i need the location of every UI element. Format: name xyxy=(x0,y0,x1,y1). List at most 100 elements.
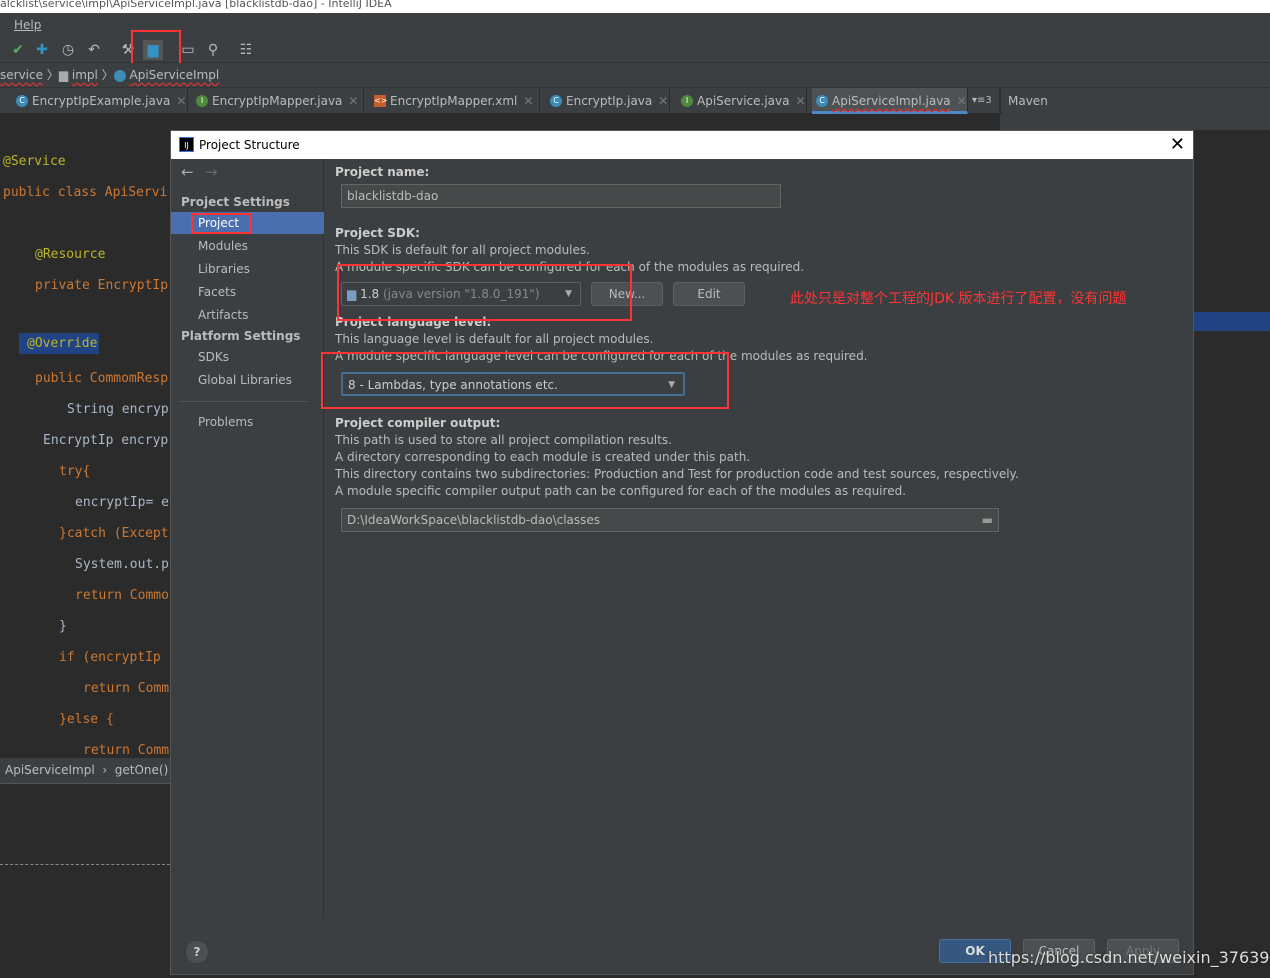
tab-label: EncryptIpMapper.xml xyxy=(390,94,518,108)
project-name-label: Project name: xyxy=(335,165,430,179)
sidebar-item-artifacts[interactable]: Artifacts xyxy=(171,304,324,326)
tab-label: ApiService.java xyxy=(697,94,790,108)
close-icon[interactable]: ✕ xyxy=(176,94,186,108)
close-icon[interactable]: ✕ xyxy=(795,94,805,108)
sidebar-item-facets[interactable]: Facets xyxy=(171,281,324,303)
sidebar-item-global-libraries[interactable]: Global Libraries xyxy=(171,369,324,391)
highlight-box xyxy=(337,264,632,321)
breadcrumb: service 〉▆ impl 〉 ApiServiceImpl xyxy=(0,63,1270,88)
project-name-input[interactable]: blacklistdb-dao xyxy=(341,184,781,208)
code-line: return Comm xyxy=(83,681,170,696)
tab-encryptip[interactable]: C EncryptIp.java ✕ xyxy=(550,88,670,114)
check-icon[interactable]: ✔ xyxy=(8,40,28,60)
tab-apiserviceimpl[interactable]: C ApiServiceImpl.java ✕ xyxy=(812,88,968,114)
code-line: encryptIp= e xyxy=(75,495,169,510)
class-icon: C xyxy=(16,95,28,107)
close-icon[interactable]: ✕ xyxy=(523,94,533,108)
project-structure-dialog: Project Structure IJ ✕ ← → Project Setti… xyxy=(170,130,1194,975)
sidebar-item-problems[interactable]: Problems xyxy=(171,411,324,433)
code-line: @Service xyxy=(3,154,66,169)
intellij-logo-icon: IJ xyxy=(179,137,194,152)
crumb-service[interactable]: service xyxy=(0,68,43,82)
maven-panel-title: Maven xyxy=(1000,88,1270,114)
tab-label: ApiServiceImpl.java xyxy=(832,94,951,108)
watermark: https://blog.csdn.net/weixin_37639900 xyxy=(988,948,1270,967)
sidebar-item-sdks[interactable]: SDKs xyxy=(171,346,324,368)
sdk-desc: This SDK is default for all project modu… xyxy=(335,243,590,257)
sidebar-item-libraries[interactable]: Libraries xyxy=(171,258,324,280)
interface-icon: I xyxy=(196,95,208,107)
close-icon[interactable]: ✕ xyxy=(957,94,967,108)
compiler-desc: This directory contains two subdirectori… xyxy=(335,467,1019,481)
crumb-class[interactable]: ApiServiceImpl xyxy=(130,68,220,82)
code-line: private EncryptIp xyxy=(35,278,169,293)
back-arrow-icon[interactable]: ← xyxy=(181,163,194,181)
toolbar: ✔ ✚ ◷ ↶ ⚒ ▆ ▭ ⚲ ☷ xyxy=(0,37,1270,63)
folder-icon: ▆ xyxy=(58,68,69,82)
close-icon[interactable]: ✕ xyxy=(348,94,358,108)
search-icon[interactable]: ⚲ xyxy=(203,40,223,60)
code-line: String encryp xyxy=(67,402,169,417)
editor-breadcrumb: ApiServiceImpl › getOne() xyxy=(0,758,170,783)
tab-label: EncryptIpExample.java xyxy=(32,94,171,108)
browse-folder-icon[interactable]: ▬ xyxy=(982,509,993,531)
interface-icon: I xyxy=(681,95,693,107)
code-line: @Resource xyxy=(35,247,106,262)
code-line: System.out.p xyxy=(75,557,169,572)
code-editor[interactable]: @Service public class ApiServi @Resource… xyxy=(0,114,170,769)
code-line: public class ApiServi xyxy=(3,185,168,200)
close-icon[interactable]: ✕ xyxy=(658,94,668,108)
code-line: } xyxy=(59,619,67,634)
divider xyxy=(179,401,307,402)
highlight-box xyxy=(321,352,729,409)
editor-right xyxy=(1194,130,1270,978)
tab-label: EncryptIpMapper.java xyxy=(212,94,343,108)
section-platform-settings: Platform Settings xyxy=(181,329,301,343)
class-icon xyxy=(113,69,126,82)
selected-line-stripe xyxy=(1194,312,1270,331)
compiler-output-input[interactable]: D:\IdeaWorkSpace\blacklistdb-dao\classes… xyxy=(341,508,999,532)
code-line: }catch (Except xyxy=(59,526,169,541)
tab-encryptip-mapper[interactable]: I EncryptIpMapper.java ✕ xyxy=(196,88,364,114)
code-line: return Comm xyxy=(83,743,170,758)
xml-icon: <> xyxy=(374,95,388,107)
sdk-edit-button[interactable]: Edit xyxy=(673,282,745,306)
editor-tabs: C EncryptIpExample.java ✕ I EncryptIpMapper… xyxy=(0,88,1000,114)
code-line: @Override xyxy=(19,333,99,354)
database-icon[interactable]: ☷ xyxy=(236,40,256,60)
code-line: if (encryptIp xyxy=(59,650,161,665)
dialog-sidebar: ← → Project Settings Project Modules Lib… xyxy=(171,159,324,974)
project-sdk-label: Project SDK: xyxy=(335,226,420,240)
tab-apiservice[interactable]: I ApiService.java ✕ xyxy=(681,88,807,114)
close-icon[interactable]: ✕ xyxy=(1170,131,1185,159)
merge-icon[interactable]: ✚ xyxy=(32,40,52,60)
history-icon[interactable]: ◷ xyxy=(58,40,78,60)
maven-toolbar xyxy=(1000,114,1270,130)
help-button[interactable]: ? xyxy=(186,941,208,963)
compiler-path: D:\IdeaWorkSpace\blacklistdb-dao\classes xyxy=(347,513,601,527)
run-window-icon[interactable]: ▭ xyxy=(178,40,198,60)
crumb-class[interactable]: ApiServiceImpl xyxy=(5,763,95,777)
section-project-settings: Project Settings xyxy=(181,195,290,209)
window-title: alcklist\service\impl\ApiServiceImpl.jav… xyxy=(0,0,1270,13)
compiler-desc: A directory corresponding to each module… xyxy=(335,450,751,464)
code-line: }else { xyxy=(59,712,114,727)
compiler-desc: This path is used to store all project c… xyxy=(335,433,672,447)
tab-encryptip-example[interactable]: C EncryptIpExample.java ✕ xyxy=(16,88,188,114)
dialog-title: Project Structure xyxy=(171,131,1193,159)
menu-help[interactable]: Help xyxy=(14,18,41,32)
compiler-desc: A module specific compiler output path c… xyxy=(335,484,907,498)
highlight-box xyxy=(191,213,251,234)
class-icon: C xyxy=(816,95,828,107)
tab-overflow-button[interactable]: ▾≡3 xyxy=(970,88,1000,114)
revert-icon[interactable]: ↶ xyxy=(84,40,104,60)
code-line: try{ xyxy=(59,464,91,479)
crumb-method[interactable]: getOne() xyxy=(115,763,169,777)
code-line: public CommomResp xyxy=(35,371,169,386)
tab-encryptip-mapper-xml[interactable]: <> EncryptIpMapper.xml ✕ xyxy=(374,88,540,114)
code-line: return Commo xyxy=(75,588,169,603)
language-desc: This language level is default for all p… xyxy=(335,332,654,346)
crumb-impl[interactable]: impl xyxy=(72,68,98,82)
forward-arrow-icon[interactable]: → xyxy=(205,163,218,181)
sidebar-item-modules[interactable]: Modules xyxy=(171,235,324,257)
